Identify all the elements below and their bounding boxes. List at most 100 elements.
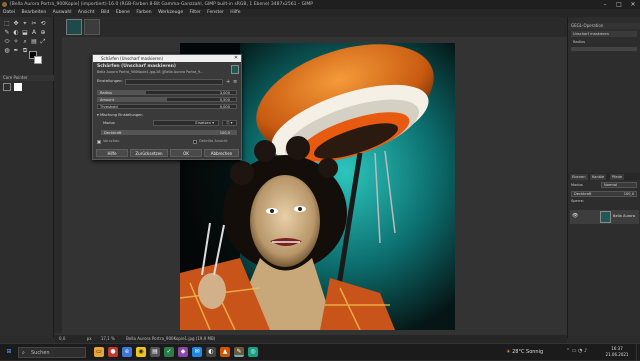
windows-start-icon[interactable]: ⊞ (4, 347, 14, 357)
layer-opacity-value: 100,0 (623, 192, 634, 196)
app-icon-gray[interactable]: ▤ (150, 347, 160, 357)
layer-row[interactable]: 👁 Bella Aurora (570, 210, 639, 224)
split-view-checkbox[interactable] (193, 140, 197, 144)
bucket-tool-icon[interactable]: ⬓ (21, 29, 29, 37)
menu-tools[interactable]: Werkzeuge (158, 10, 183, 15)
dialog-subheading: Bella Aurora Portra_900Kopie1.jpg-28 ([B… (97, 70, 204, 74)
taskbar-clock[interactable]: 16:37 21.06.2021 (600, 346, 634, 357)
preset-menu-icon[interactable]: ≡ (233, 79, 237, 85)
fuzzy-select-tool-icon[interactable]: ✧ (12, 38, 20, 46)
menu-colors[interactable]: Farben (136, 10, 151, 15)
move-tool-icon[interactable]: ✥ (12, 20, 20, 28)
rotate-tool-icon[interactable]: ⟲ (39, 20, 47, 28)
file-explorer-icon[interactable]: ▭ (94, 347, 104, 357)
composite-mode-button[interactable]: ⎘ ▾ (222, 120, 237, 126)
weather-text: 28°C Sonnig (512, 349, 544, 355)
amount-slider[interactable]: Amount 0,500 (97, 97, 237, 102)
settings-preset-select[interactable] (125, 79, 223, 85)
amount-slider-label: Amount (100, 97, 115, 102)
menu-filters[interactable]: Filter (190, 10, 201, 15)
dialog-titlebar[interactable]: Schärfen (Unscharf maskieren) ✕ (93, 55, 241, 62)
maximize-button[interactable]: □ (612, 0, 626, 9)
minimize-button[interactable]: – (598, 0, 612, 9)
add-preset-icon[interactable]: + (226, 79, 230, 85)
amount-slider-value: 0,500 (219, 97, 230, 102)
radius-label: Radius (573, 40, 586, 44)
history-slider[interactable] (571, 47, 637, 51)
rect-select-tool-icon[interactable]: ⬚ (3, 20, 11, 28)
taskbar-search-box[interactable]: ⌕ Suchen (18, 347, 86, 358)
scale-tool-icon[interactable]: ⤢ (39, 38, 47, 46)
heal-tool-icon[interactable]: ⊕ (39, 29, 47, 37)
zoom-tool-icon[interactable]: ⌕ (21, 38, 29, 46)
ink-tool-icon[interactable]: ✒ (12, 47, 20, 55)
core-pointer-panel-title: Core Pointer (0, 75, 54, 81)
status-coords: 0,0 (59, 336, 66, 341)
menu-windows[interactable]: Fenster (207, 10, 224, 15)
ellipse-select-tool-icon[interactable]: ⬭ (3, 38, 11, 46)
mode-label: Modus (103, 121, 115, 125)
gradient-tool-icon[interactable]: ▤ (30, 38, 38, 46)
tab-layers[interactable]: Ebenen (570, 174, 588, 180)
layer-opacity-slider[interactable]: Deckkraft 100,0 (571, 191, 637, 197)
radius-slider[interactable]: Radius 3,000 (97, 90, 237, 95)
layer-mode-select[interactable]: Normal (601, 182, 637, 188)
image-tab-active[interactable] (66, 19, 82, 35)
radius-slider-value: 3,000 (219, 90, 230, 95)
menu-layer[interactable]: Ebene (116, 10, 130, 15)
app-icon-purple[interactable]: ◆ (178, 347, 188, 357)
history-panel-title: GEGL-Operation (568, 23, 640, 29)
dodge-tool-icon[interactable]: ◐ (12, 29, 20, 37)
lock-label: Sperre: (571, 199, 585, 203)
unit-select[interactable]: px (87, 336, 92, 341)
tab-paths[interactable]: Pfade (610, 174, 625, 180)
cancel-button[interactable]: Abbrechen (204, 149, 239, 157)
zoom-select[interactable]: 17,1 % (101, 336, 115, 341)
settings-label: Einstellungen: (97, 79, 123, 83)
airbrush-tool-icon[interactable]: ◍ (3, 47, 11, 55)
app-icon-teal[interactable]: ◎ (248, 347, 258, 357)
menu-bar: Datei Bearbeiten Auswahl Ansicht Bild Eb… (0, 9, 640, 17)
gimp-logo-icon (2, 2, 7, 7)
search-icon: ⌕ (22, 350, 25, 356)
show-desktop-button[interactable] (636, 344, 640, 361)
mode-select[interactable]: Ersetzen ▾ (153, 120, 219, 126)
menu-file[interactable]: Datei (3, 10, 15, 15)
menu-help[interactable]: Hilfe (230, 10, 240, 15)
menu-image[interactable]: Bild (101, 10, 109, 15)
text-tool-icon[interactable]: A (30, 29, 38, 37)
threshold-slider[interactable]: Threshold 0,000 (97, 104, 237, 109)
visibility-eye-icon[interactable]: 👁 (572, 213, 578, 219)
help-button[interactable]: Hilfe (96, 149, 128, 157)
history-item[interactable]: Unscharf maskieren (571, 31, 637, 37)
tab-channels[interactable]: Kanäle (590, 174, 607, 180)
dialog-close-icon[interactable]: ✕ (233, 55, 239, 62)
pencil-tool-icon[interactable]: ✎ (3, 29, 11, 37)
app-icon-orange[interactable]: ▲ (220, 347, 230, 357)
blend-options-expander[interactable]: ▾ Mischung Einstellungen (97, 113, 143, 118)
crop-tool-icon[interactable]: ✂ (30, 20, 38, 28)
clone-tool-icon[interactable]: ⧉ (21, 47, 29, 55)
app-icon-green[interactable]: ✓ (164, 347, 174, 357)
ruler-left (55, 37, 62, 333)
reset-button[interactable]: Zurücksetzen (130, 149, 168, 157)
tray-icons[interactable]: ⌃ ▭ ◔ ♪ (566, 348, 587, 354)
app-icon-blue[interactable]: e (122, 347, 132, 357)
layer-name[interactable]: Bella Aurora (613, 214, 635, 218)
ok-button[interactable]: OK (170, 149, 202, 157)
background-color-swatch[interactable] (34, 56, 42, 64)
menu-view[interactable]: Ansicht (78, 10, 95, 15)
weather-widget[interactable]: ☀ 28°C Sonnig (506, 346, 543, 358)
app-icon-yellow[interactable]: ◉ (136, 347, 146, 357)
opacity-slider[interactable]: Deckkraft 100,0 (101, 130, 237, 135)
app-icon-dark[interactable]: ◐ (206, 347, 216, 357)
image-tab-2[interactable] (84, 19, 100, 35)
app-icon-red[interactable]: ● (108, 347, 118, 357)
app-icon-mail[interactable]: ✉ (192, 347, 202, 357)
menu-edit[interactable]: Bearbeiten (21, 10, 46, 15)
preview-checkbox[interactable] (97, 140, 101, 144)
menu-select[interactable]: Auswahl (53, 10, 72, 15)
gimp-taskbar-icon[interactable]: ✎ (234, 347, 244, 357)
align-tool-icon[interactable]: ⌖ (21, 20, 29, 28)
close-button[interactable]: ✕ (626, 0, 640, 9)
